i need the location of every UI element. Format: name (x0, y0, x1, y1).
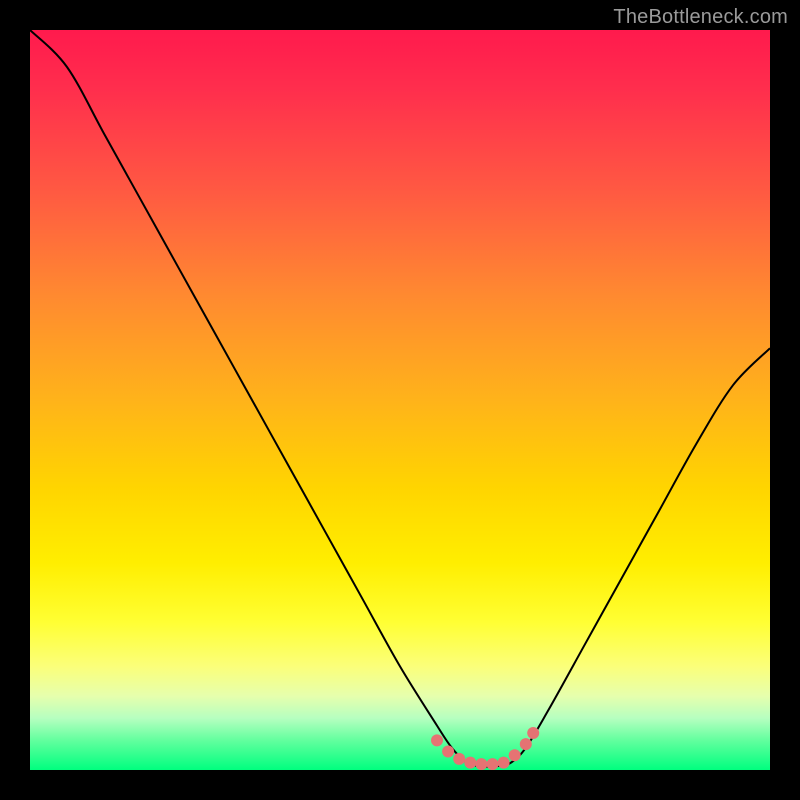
curve-svg (30, 30, 770, 770)
highlight-dot (442, 746, 454, 758)
watermark-text: TheBottleneck.com (613, 6, 788, 29)
highlight-dot (527, 727, 539, 739)
highlight-dot (431, 734, 443, 746)
marker-group (431, 727, 539, 770)
highlight-dot (487, 758, 499, 770)
highlight-dot (520, 738, 532, 750)
highlight-dot (509, 749, 521, 761)
chart-frame: TheBottleneck.com (0, 0, 800, 800)
highlight-dot (464, 757, 476, 769)
highlight-dot (498, 757, 510, 769)
plot-area (30, 30, 770, 770)
bottleneck-curve-path (30, 30, 770, 767)
highlight-dot (475, 758, 487, 770)
highlight-dot (453, 753, 465, 765)
